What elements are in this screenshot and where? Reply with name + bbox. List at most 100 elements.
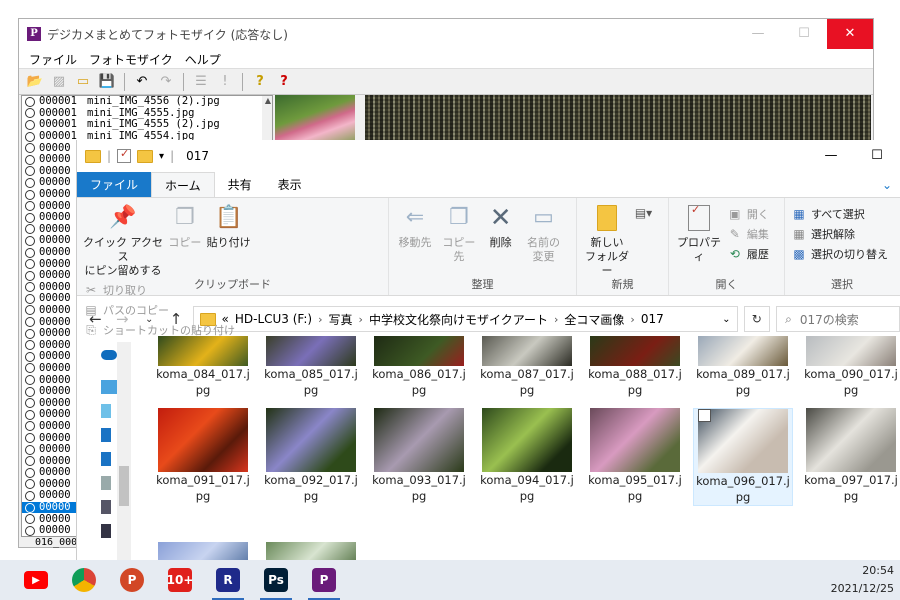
pin-quick-access-button[interactable]: 📌 クイック アクセス にピン留めする <box>83 202 163 278</box>
tab-file[interactable]: ファイル <box>77 172 152 197</box>
menu-help[interactable]: ヘルプ <box>179 49 227 68</box>
chevron-right-icon[interactable]: › <box>554 313 558 326</box>
radio-icon[interactable] <box>25 131 35 142</box>
menu-photomosaic[interactable]: フォトモザイク <box>83 49 179 68</box>
powerpoint-taskbar-button[interactable]: P <box>108 560 156 600</box>
radio-icon[interactable] <box>25 166 35 177</box>
file-tile[interactable]: koma_090_017.jpg <box>801 336 900 398</box>
edit-button[interactable]: ✎ 編集 <box>727 226 769 242</box>
nav-scrollbar[interactable] <box>117 342 131 560</box>
file-tile[interactable] <box>153 542 253 560</box>
search-input[interactable]: ⌕ 017の検索 <box>776 306 900 332</box>
radio-icon[interactable] <box>25 317 35 328</box>
breadcrumb-current[interactable]: 017 <box>641 312 664 326</box>
radio-icon[interactable] <box>25 293 35 304</box>
delete-button[interactable]: ✕ 削除 <box>483 202 519 250</box>
breadcrumb-project[interactable]: 中学校文化祭向けモザイクアート <box>369 311 548 328</box>
new-item-icon[interactable]: ▤▾ <box>635 206 652 220</box>
radio-icon[interactable] <box>25 224 35 235</box>
system-clock[interactable]: 20:54 2021/12/25 <box>831 562 894 598</box>
exclamation-icon[interactable]: ! <box>215 72 235 92</box>
chevron-right-icon[interactable]: › <box>318 313 322 326</box>
radio-icon[interactable] <box>25 247 35 258</box>
scrollbar-thumb[interactable] <box>119 466 129 506</box>
close-button[interactable]: ✕ <box>827 19 873 49</box>
chevron-right-icon[interactable]: › <box>630 313 634 326</box>
radio-icon[interactable] <box>25 502 35 513</box>
file-tile[interactable]: koma_084_017.jpg <box>153 336 253 398</box>
address-dropdown-icon[interactable]: ⌄ <box>722 314 730 325</box>
ribbon-expand-icon[interactable]: ⌄ <box>882 178 892 192</box>
file-tile[interactable]: koma_085_017.jpg <box>261 336 361 398</box>
radio-icon[interactable] <box>25 525 35 536</box>
file-tile[interactable]: koma_086_017.jpg <box>369 336 469 398</box>
file-tile[interactable]: koma_095_017.jpg <box>585 408 685 504</box>
properties-quick-icon[interactable] <box>117 147 132 163</box>
radio-icon[interactable] <box>25 96 35 107</box>
list-item[interactable]: 000001 mini_IMG_4555 (2).jpg <box>22 119 272 131</box>
radio-icon[interactable] <box>25 282 35 293</box>
radio-icon[interactable] <box>25 143 35 154</box>
select-all-button[interactable]: ▦ すべて選択 <box>791 206 888 222</box>
undo-icon[interactable]: ↶ <box>132 72 152 92</box>
tab-share[interactable]: 共有 <box>215 172 265 197</box>
minimize-button[interactable]: — <box>735 19 781 49</box>
copy-button[interactable]: ❐ コピー <box>167 202 203 250</box>
download-icon[interactable] <box>101 428 111 442</box>
refresh-icon[interactable]: ↻ <box>743 306 771 332</box>
move-to-button[interactable]: ⇐ 移動先 <box>395 202 435 250</box>
chevron-down-icon[interactable]: ▾ <box>159 151 164 162</box>
open-button[interactable]: ▣ 開く <box>727 206 769 222</box>
new-folder-quick-icon[interactable] <box>137 149 154 163</box>
new-folder-button[interactable]: 新しい フォルダー <box>583 202 631 278</box>
file-tile[interactable]: koma_092_017.jpg <box>261 408 361 504</box>
file-tile[interactable]: koma_091_017.jpg <box>153 408 253 504</box>
paste-button[interactable]: 📋 貼り付け <box>207 202 251 250</box>
tab-view[interactable]: 表示 <box>265 172 315 197</box>
rename-button[interactable]: ▭ 名前の 変更 <box>522 202 564 264</box>
radio-icon[interactable] <box>25 201 35 212</box>
radio-icon[interactable] <box>25 259 35 270</box>
radio-icon[interactable] <box>25 398 35 409</box>
menu-file[interactable]: ファイル <box>23 49 83 68</box>
radio-icon[interactable] <box>25 305 35 316</box>
radio-icon[interactable] <box>25 467 35 478</box>
file-tile[interactable] <box>261 542 361 560</box>
invert-selection-button[interactable]: ▩ 選択の切り替え <box>791 246 888 262</box>
app-p-taskbar-button[interactable]: P <box>300 560 348 600</box>
radio-icon[interactable] <box>25 479 35 490</box>
radio-icon[interactable] <box>25 177 35 188</box>
context-help-icon[interactable]: ? <box>274 72 294 92</box>
list-icon[interactable]: ☰ <box>191 72 211 92</box>
image-icon[interactable]: ▨ <box>49 72 69 92</box>
breadcrumb-all-frames[interactable]: 全コマ画像 <box>564 311 624 328</box>
desktop-icon[interactable] <box>101 452 111 466</box>
file-tile[interactable]: koma_093_017.jpg <box>369 408 469 504</box>
app-10plus-taskbar-button[interactable]: 10+ <box>156 560 204 600</box>
onedrive-icon[interactable] <box>101 350 117 360</box>
app-r-taskbar-button[interactable]: R <box>204 560 252 600</box>
minimize-button[interactable]: — <box>808 140 854 172</box>
folder-3d-icon[interactable] <box>101 404 111 418</box>
properties-button[interactable]: プロパティ <box>675 202 723 264</box>
breadcrumb-photos[interactable]: 写真 <box>329 311 353 328</box>
video-icon[interactable] <box>101 524 111 538</box>
radio-icon[interactable] <box>25 212 35 223</box>
photoshop-taskbar-button[interactable]: Ps <box>252 560 300 600</box>
radio-icon[interactable] <box>25 433 35 444</box>
help-icon[interactable]: ? <box>250 72 270 92</box>
radio-icon[interactable] <box>25 351 35 362</box>
copy-path-button[interactable]: ▤ パスのコピー <box>83 302 235 318</box>
radio-icon[interactable] <box>25 340 35 351</box>
file-tile[interactable]: koma_097_017.jpg <box>801 408 900 504</box>
folder-icon[interactable]: ▭ <box>73 72 93 92</box>
save-icon[interactable]: 💾 <box>97 72 117 92</box>
chevron-right-icon[interactable]: › <box>359 313 363 326</box>
tab-home[interactable]: ホーム <box>151 172 215 197</box>
radio-icon[interactable] <box>25 456 35 467</box>
radio-icon[interactable] <box>25 421 35 432</box>
redo-icon[interactable]: ↷ <box>156 72 176 92</box>
list-item[interactable]: 000001 mini_IMG_4555.jpg <box>22 107 272 120</box>
maximize-button[interactable]: ☐ <box>854 140 900 172</box>
maximize-button[interactable]: ☐ <box>781 19 827 49</box>
